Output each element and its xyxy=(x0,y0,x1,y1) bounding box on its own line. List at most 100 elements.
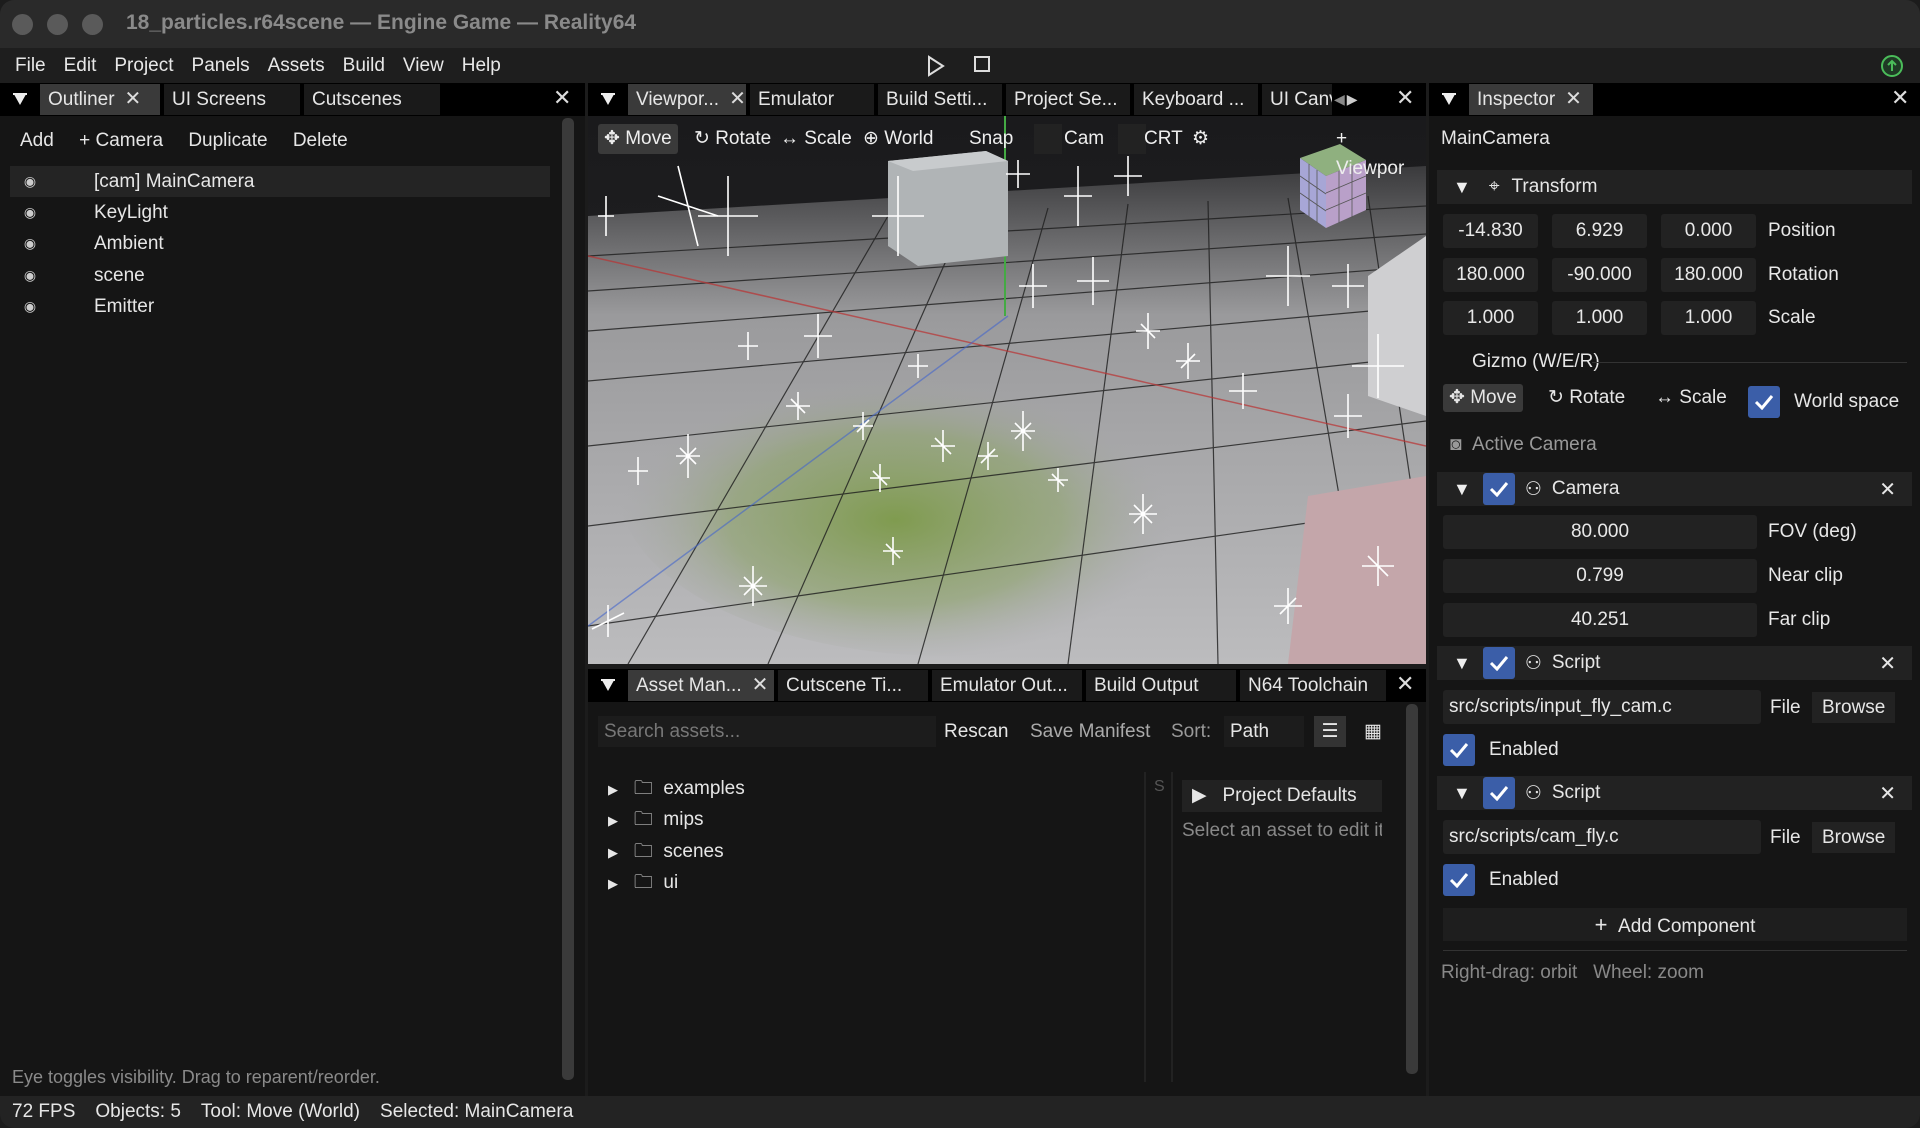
duplicate-button[interactable]: Duplicate xyxy=(178,125,277,156)
tab-cutscene-timeline[interactable]: Cutscene Ti... xyxy=(778,670,928,701)
sync-status-icon[interactable] xyxy=(1880,54,1904,78)
eye-icon[interactable]: ◉ xyxy=(10,298,50,315)
outliner-item[interactable]: ◉ KeyLight xyxy=(10,197,550,228)
tab-n64-toolchain[interactable]: N64 Toolchain xyxy=(1240,670,1386,701)
rotate-tool-button[interactable]: ↻ Rotate xyxy=(688,124,777,154)
rescan-button[interactable]: Rescan xyxy=(934,716,1018,747)
close-icon[interactable]: ✕ xyxy=(125,84,142,115)
tab-ui-screens[interactable]: UI Screens xyxy=(164,84,300,115)
tab-keyboard[interactable]: Keyboard ... xyxy=(1134,84,1258,115)
cam-toggle[interactable]: Cam xyxy=(1058,124,1110,154)
add-button[interactable]: Add xyxy=(10,125,64,156)
expand-icon[interactable]: ▶ xyxy=(608,782,618,797)
delete-button[interactable]: Delete xyxy=(283,125,358,156)
menu-project[interactable]: Project xyxy=(105,48,182,83)
tab-viewport[interactable]: Viewpor... ✕ xyxy=(628,84,746,115)
fov-field[interactable]: 80.000 xyxy=(1443,515,1757,549)
tab-outliner[interactable]: Outliner ✕ xyxy=(40,84,160,115)
move-tool-button[interactable]: ✥ Move xyxy=(598,124,678,154)
project-defaults-header[interactable]: ▶ Project Defaults xyxy=(1182,780,1382,812)
collapse-icon[interactable]: ▼ xyxy=(1453,783,1471,804)
collapse-icon[interactable]: ▼ xyxy=(1453,653,1471,674)
tab-scroll-right-icon[interactable]: ▶ xyxy=(1347,91,1358,108)
menu-panels[interactable]: Panels xyxy=(183,48,259,83)
asset-folder[interactable]: ▶ 🗀 scenes xyxy=(608,837,724,869)
collapse-icon[interactable]: ▼ xyxy=(1453,177,1471,198)
scale-tool-button[interactable]: ↔ Scale xyxy=(774,124,858,154)
transform-header[interactable]: ▼ ⌖ Transform xyxy=(1437,170,1912,204)
remove-component-icon[interactable]: ✕ xyxy=(1879,651,1896,676)
gizmo-scale-button[interactable]: ↔ Scale xyxy=(1655,384,1727,412)
checkbox-checked[interactable] xyxy=(1748,386,1780,418)
eye-icon[interactable]: ◉ xyxy=(10,204,50,221)
snap-toggle[interactable]: Snap xyxy=(963,124,1019,154)
menu-file[interactable]: File xyxy=(0,48,55,83)
tab-project-settings[interactable]: Project Se... xyxy=(1006,84,1130,115)
outliner-item[interactable]: ◉ Emitter xyxy=(10,291,550,322)
script-path-field[interactable]: src/scripts/input_fly_cam.c xyxy=(1443,690,1761,724)
browse-button[interactable]: Browse xyxy=(1812,692,1896,723)
close-panel-icon[interactable]: ✕ xyxy=(553,85,571,111)
scale-y-field[interactable]: 1.000 xyxy=(1552,301,1647,335)
rotation-z-field[interactable]: 180.000 xyxy=(1661,258,1756,292)
close-icon[interactable]: ✕ xyxy=(1565,84,1582,115)
collapse-icon[interactable]: ▼ xyxy=(1453,479,1471,500)
splitter[interactable] xyxy=(1144,772,1146,1082)
rotation-y-field[interactable]: -90.000 xyxy=(1552,258,1647,292)
script-component-header[interactable]: ▼ ⚇ Script ✕ xyxy=(1437,776,1912,810)
zoom-window-button[interactable] xyxy=(82,14,103,35)
tab-emulator-output[interactable]: Emulator Out... xyxy=(932,670,1082,701)
close-panel-icon[interactable]: ✕ xyxy=(1396,85,1414,111)
remove-component-icon[interactable]: ✕ xyxy=(1879,781,1896,806)
script-path-field[interactable]: src/scripts/cam_fly.c xyxy=(1443,820,1761,854)
grid-view-icon[interactable]: ▦ xyxy=(1364,716,1382,747)
minimize-window-button[interactable] xyxy=(47,14,68,35)
tab-build-settings[interactable]: Build Setti... xyxy=(878,84,1002,115)
menu-view[interactable]: View xyxy=(394,48,453,83)
browse-button[interactable]: Browse xyxy=(1812,822,1896,853)
scale-z-field[interactable]: 1.000 xyxy=(1661,301,1756,335)
far-clip-field[interactable]: 40.251 xyxy=(1443,603,1757,637)
position-x-field[interactable]: -14.830 xyxy=(1443,214,1538,248)
tree-view-icon[interactable]: ☰ xyxy=(1314,716,1346,747)
tab-asset-manager[interactable]: Asset Man... ✕ xyxy=(628,670,774,701)
close-panel-icon[interactable]: ✕ xyxy=(1891,85,1909,111)
outliner-item[interactable]: ◉ Ambient xyxy=(10,228,550,259)
checkbox-checked[interactable] xyxy=(1443,864,1475,896)
checkbox-checked[interactable] xyxy=(1482,473,1515,505)
checkbox-checked[interactable] xyxy=(1482,777,1515,809)
outliner-item[interactable]: ◉ scene xyxy=(10,260,550,291)
outliner-scrollbar[interactable] xyxy=(562,118,574,1080)
asset-folder[interactable]: ▶ 🗀 ui xyxy=(608,868,678,900)
expand-icon[interactable]: ▶ xyxy=(608,876,618,891)
menu-build[interactable]: Build xyxy=(334,48,394,83)
file-button[interactable]: File xyxy=(1760,822,1811,853)
tab-scroll-left-icon[interactable]: ◀ xyxy=(1334,91,1345,108)
eye-icon[interactable]: ◉ xyxy=(10,267,50,284)
scene-viewport[interactable]: ✥ Move ↻ Rotate ↔ Scale ⊕ World Snap Cam… xyxy=(588,116,1426,664)
tab-ui-canvas[interactable]: UI Canv xyxy=(1262,84,1332,115)
script-enabled-toggle[interactable]: Enabled xyxy=(1443,734,1559,766)
gizmo-move-button[interactable]: ✥ Move xyxy=(1443,384,1523,412)
tab-inspector[interactable]: Inspector ✕ xyxy=(1469,84,1593,115)
add-viewport-button[interactable]: + Viewpor xyxy=(1330,124,1426,179)
file-button[interactable]: File xyxy=(1760,692,1811,723)
menu-assets[interactable]: Assets xyxy=(259,48,334,83)
camera-component-header[interactable]: ▼ ⚇ Camera ✕ xyxy=(1437,472,1912,506)
save-manifest-button[interactable]: Save Manifest xyxy=(1020,716,1160,747)
eye-icon[interactable]: ◉ xyxy=(10,235,50,252)
asset-search-input[interactable]: Search assets... xyxy=(598,716,936,747)
add-component-button[interactable]: + Add Component xyxy=(1443,908,1907,941)
close-panel-icon[interactable]: ✕ xyxy=(1396,671,1414,697)
position-y-field[interactable]: 6.929 xyxy=(1552,214,1647,248)
play-icon[interactable] xyxy=(926,55,946,77)
expand-icon[interactable]: ▶ xyxy=(608,813,618,828)
position-z-field[interactable]: 0.000 xyxy=(1661,214,1756,248)
panel-menu-icon[interactable] xyxy=(588,84,628,115)
script-enabled-toggle[interactable]: Enabled xyxy=(1443,864,1559,896)
tab-emulator[interactable]: Emulator xyxy=(750,84,874,115)
checkbox-checked[interactable] xyxy=(1482,647,1515,679)
tab-cutscenes[interactable]: Cutscenes xyxy=(304,84,440,115)
checkbox-checked[interactable] xyxy=(1443,734,1475,766)
close-icon[interactable]: ✕ xyxy=(752,670,769,701)
